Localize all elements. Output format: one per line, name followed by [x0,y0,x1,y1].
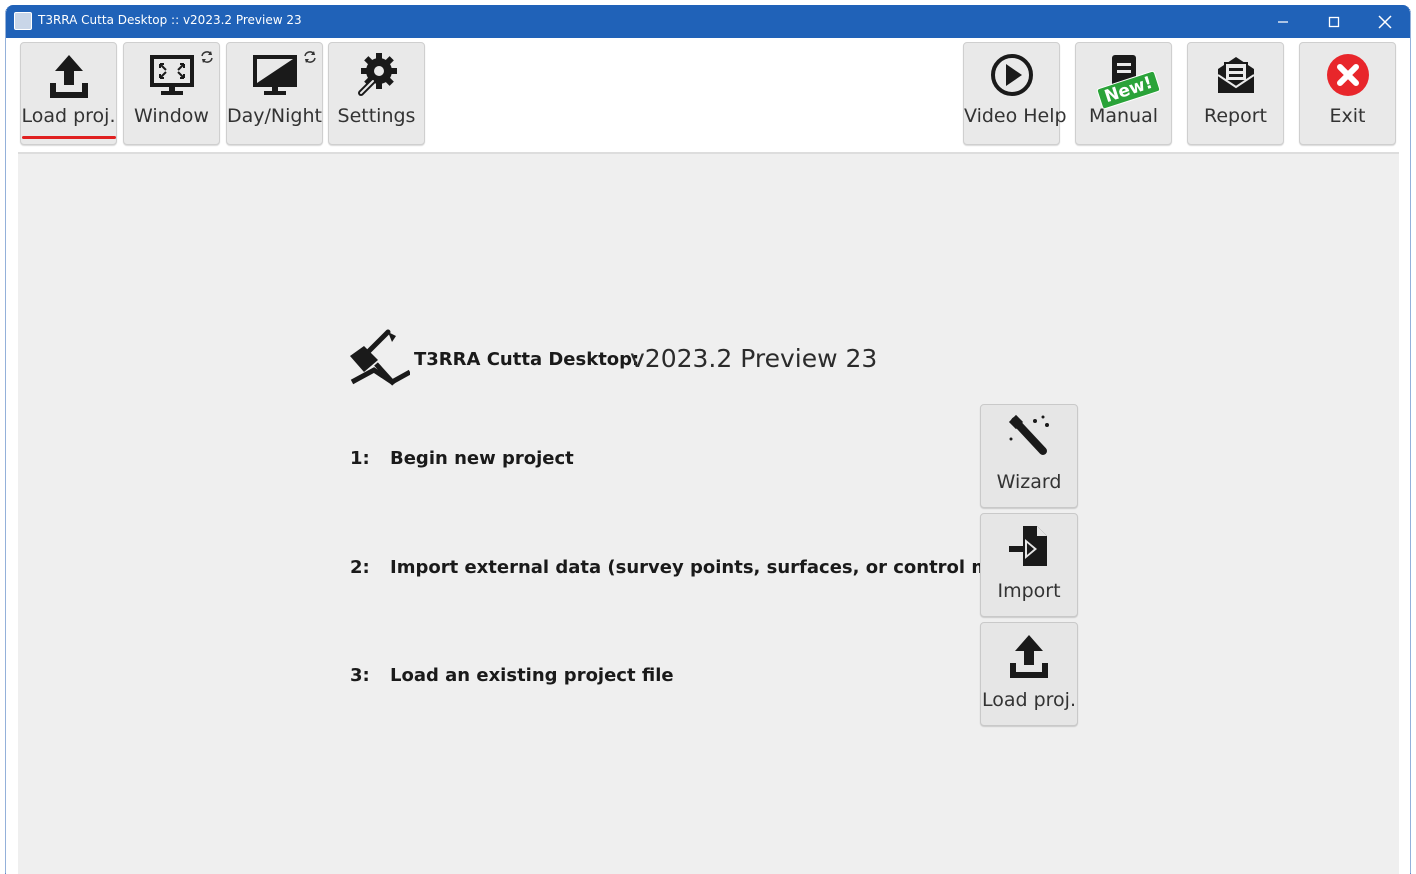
version-label: v2023.2 Preview 23 [630,344,878,373]
step-number: 1: [350,448,370,469]
refresh-icon [304,51,316,63]
step-number: 2: [350,557,370,578]
import-button[interactable]: Import [980,513,1078,617]
toolbar-label: Day/Night [227,105,322,127]
magic-wand-icon [981,413,1077,461]
toolbar-label: Window [134,105,209,127]
toolbar-label: Load proj. [21,105,116,127]
maximize-button[interactable] [1320,11,1348,33]
active-indicator [22,136,116,139]
exit-icon [1300,51,1395,99]
app-name-label: T3RRA Cutta Desktop: [414,349,640,370]
toolbar-settings-button[interactable]: Settings [328,42,425,145]
minimize-button[interactable] [1269,11,1297,33]
toolbar-label: Report [1204,105,1267,127]
play-circle-icon [964,51,1059,99]
gear-wrench-icon [329,51,424,99]
report-envelope-icon [1188,51,1283,99]
toolbar-report-button[interactable]: Report [1187,42,1284,145]
toolbar-label: Manual [1088,105,1159,127]
action-button-label: Wizard [996,471,1062,493]
toolbar-label: Settings [337,105,416,127]
load-project-button[interactable]: Load proj. [980,622,1078,726]
action-button-label: Load proj. [981,689,1077,711]
toolbar-daynight-button[interactable]: Day/Night [226,42,323,145]
close-button[interactable] [1371,11,1399,33]
title-bar: T3RRA Cutta Desktop :: v2023.2 Preview 2… [6,5,1410,38]
maximize-icon [1328,16,1340,28]
toolbar-label: Video Help [964,105,1067,127]
upload-icon [981,631,1077,679]
toolbar-exit-button[interactable]: Exit [1299,42,1396,145]
wizard-button[interactable]: Wizard [980,404,1078,508]
toolbar-manual-button[interactable]: New! Manual [1075,42,1172,145]
app-window: T3RRA Cutta Desktop :: v2023.2 Preview 2… [5,5,1411,874]
action-button-label: Import [997,580,1061,602]
refresh-icon [201,51,213,63]
step-description: Import external data (survey points, sur… [390,557,1035,578]
minimize-icon [1278,21,1288,23]
step-number: 3: [350,665,370,686]
main-panel: T3RRA Cutta Desktop: v2023.2 Preview 23 … [18,152,1399,874]
excavator-logo-icon [350,329,410,386]
app-icon [14,12,32,30]
step-description: Begin new project [390,448,574,469]
close-icon [1378,15,1392,29]
toolbar: Load proj. Window Day/Night Settings Vid… [6,38,1410,150]
import-file-icon [981,522,1077,570]
upload-icon [21,51,116,99]
toolbar-label: Exit [1329,105,1366,127]
toolbar-window-button[interactable]: Window [123,42,220,145]
toolbar-video-help-button[interactable]: Video Help [963,42,1067,145]
window-title: T3RRA Cutta Desktop :: v2023.2 Preview 2… [38,13,302,27]
step-description: Load an existing project file [390,665,674,686]
toolbar-load-project-button[interactable]: Load proj. [20,42,117,145]
